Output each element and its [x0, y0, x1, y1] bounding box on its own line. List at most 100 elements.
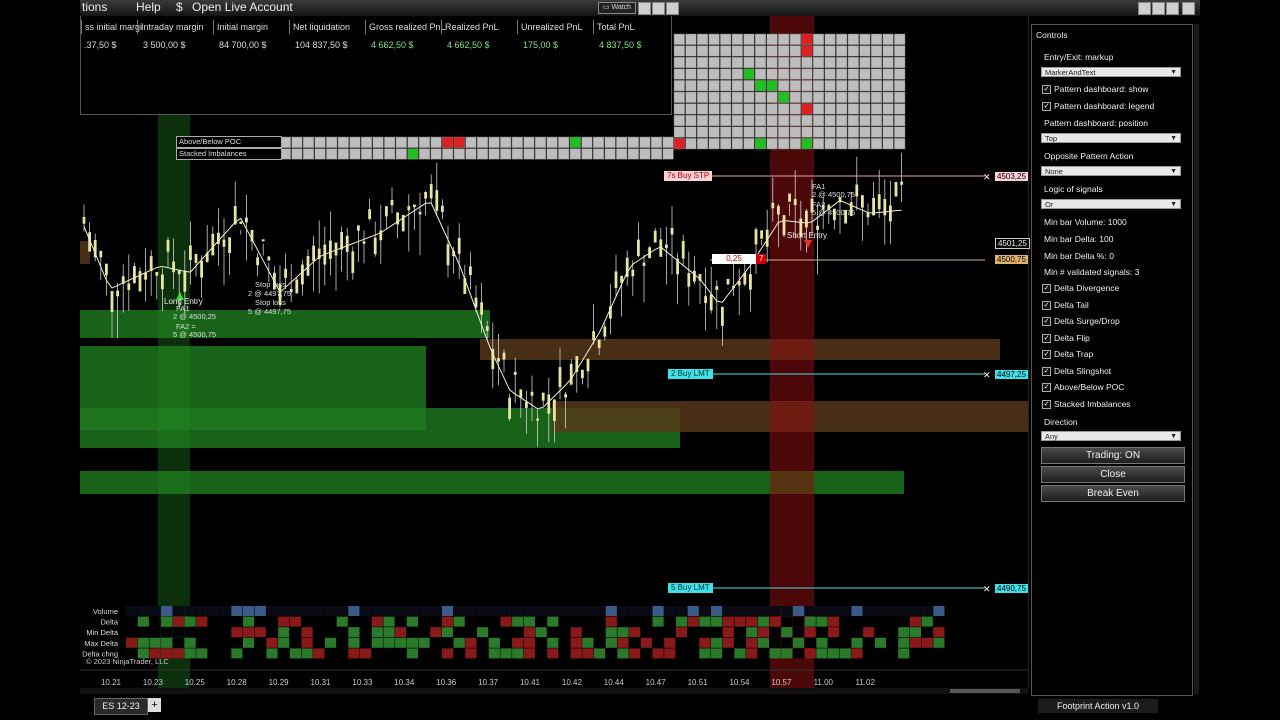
pattern-cell: [720, 91, 732, 103]
col-header[interactable]: ss initial margi: [81, 20, 142, 34]
menu-item-help[interactable]: Help: [136, 0, 161, 15]
stats-cell: [734, 637, 746, 648]
pattern-cell: [696, 45, 709, 57]
pattern-checkbox[interactable]: ✓: [1042, 367, 1051, 376]
pattern-cell: [847, 68, 859, 80]
pattern-label: Delta Tail: [1054, 300, 1089, 310]
pattern-cell: [604, 148, 616, 160]
x-tick-label: 10.29: [269, 678, 290, 687]
opp-select[interactable]: None ▼: [1041, 166, 1181, 176]
stats-cell: [594, 648, 606, 659]
pattern-label-poc: Above/Below POC: [176, 136, 282, 148]
pattern-checkbox[interactable]: ✓: [1042, 284, 1051, 293]
min-signals[interactable]: Min # validated signals: 3: [1044, 267, 1139, 277]
min-vol[interactable]: Min bar Volume: 1000: [1044, 217, 1127, 227]
pattern-checkbox[interactable]: ✓: [1042, 317, 1051, 326]
stats-cell: [383, 637, 395, 648]
tab-es-12-23[interactable]: ES 12-23: [94, 698, 148, 715]
close-position-button[interactable]: Close: [1041, 466, 1185, 483]
stats-cell: [441, 627, 454, 638]
stop2-label: Stop loss: [255, 298, 286, 307]
stats-cell: [371, 606, 383, 616]
stats-cell: [418, 627, 430, 638]
window-restore-button[interactable]: [1152, 2, 1165, 15]
chart-panel[interactable]: ✕ ✕ ✕ Volume Delta Min Delta Max Delta Delta ch…: [80, 16, 1052, 688]
candle-body: [222, 239, 226, 247]
stats-cell: [137, 606, 149, 616]
position-qty[interactable]: 7: [756, 254, 767, 264]
pattern-cell: [546, 148, 558, 160]
add-tab-button[interactable]: +: [148, 698, 161, 712]
logic-select[interactable]: Or ▼: [1041, 199, 1181, 209]
min-delta[interactable]: Min bar Delta: 100: [1044, 234, 1113, 244]
break-even-button[interactable]: Break Even: [1041, 485, 1185, 502]
stats-cell: [839, 637, 851, 648]
col-header[interactable]: Initial margin: [213, 20, 289, 34]
stats-cell: [792, 637, 805, 648]
stats-cell: [687, 606, 699, 616]
pattern-checkbox[interactable]: ✓: [1042, 383, 1051, 392]
account-grid[interactable]: ss initial margi Intraday margin Initial…: [80, 16, 672, 115]
entry-exit-select[interactable]: MarkerAndText ▼: [1041, 67, 1181, 77]
dollar-icon[interactable]: $: [176, 0, 183, 15]
dash-pos-select[interactable]: Top ▼: [1041, 133, 1181, 143]
vertical-scrollbar[interactable]: [1194, 24, 1199, 694]
controls-title: Controls: [1036, 30, 1068, 40]
dash-show-checkbox[interactable]: ✓: [1042, 85, 1051, 94]
col-header[interactable]: Total PnL: [593, 20, 669, 34]
stats-cell: [418, 606, 430, 616]
trading-button[interactable]: Trading: ON: [1041, 447, 1185, 464]
pattern-cell: [882, 68, 894, 80]
stats-cell: [874, 627, 886, 638]
pattern-cell: [847, 80, 859, 92]
pattern-checkbox[interactable]: ✓: [1042, 301, 1051, 310]
stats-cell: [722, 637, 734, 648]
candle-body: [441, 205, 444, 212]
menu-item-open-live-account[interactable]: Open Live Account: [192, 0, 293, 15]
direction-select[interactable]: Any ▼: [1041, 431, 1181, 441]
stats-cell: [629, 627, 641, 638]
pattern-checkbox[interactable]: ✓: [1042, 350, 1051, 359]
col-header[interactable]: Intraday margin: [137, 20, 213, 34]
x-tick-label: 10.41: [520, 678, 541, 687]
window-maximize-button[interactable]: [1166, 2, 1179, 15]
buy-stp-order[interactable]: 7s Buy STP: [664, 171, 713, 181]
stats-cell: [488, 648, 500, 659]
close-button[interactable]: [666, 2, 679, 15]
pattern-cell: [731, 56, 743, 69]
stats-cell: [418, 637, 430, 648]
window-minimize-button[interactable]: [1138, 2, 1151, 15]
horizontal-scrollbar[interactable]: [80, 688, 1028, 694]
minimize-button[interactable]: [638, 2, 651, 15]
buy-lmt5-order[interactable]: 5 Buy LMT: [668, 583, 713, 593]
dash-legend-checkbox[interactable]: ✓: [1042, 102, 1051, 111]
col-header[interactable]: Unrealized PnL: [517, 20, 593, 34]
pattern-cell: [801, 103, 813, 115]
stats-cell: [161, 627, 173, 638]
min-delta-pct[interactable]: Min bar Delta %: 0: [1044, 251, 1114, 261]
stats-cell: [161, 616, 173, 627]
col-header[interactable]: Realized PnL: [441, 20, 517, 34]
stats-cell: [149, 606, 161, 616]
candle-body: [239, 221, 243, 224]
stats-cell: [734, 616, 746, 627]
stats-cell: [465, 606, 477, 616]
stats-cell: [605, 637, 617, 648]
pattern-cell: [743, 33, 755, 45]
pattern-checkbox[interactable]: ✓: [1042, 400, 1051, 409]
candle-body: [357, 225, 360, 231]
stats-cell: [863, 616, 875, 627]
scrollbar-thumb[interactable]: [950, 689, 1020, 693]
stats-cell: [816, 606, 828, 616]
candle-body: [581, 369, 584, 379]
pattern-checkbox[interactable]: ✓: [1042, 334, 1051, 343]
col-header[interactable]: Net liquidation: [289, 20, 365, 34]
window-close-button[interactable]: [1182, 2, 1195, 15]
maximize-button[interactable]: [652, 2, 665, 15]
pattern-cell: [673, 103, 685, 115]
pattern-cell: [662, 148, 674, 160]
menu-item-options[interactable]: tions: [82, 0, 107, 15]
buy-lmt2-order[interactable]: 2 Buy LMT: [668, 369, 713, 379]
watch-button[interactable]: ▭ Watch: [598, 2, 636, 14]
col-header[interactable]: Gross realized PnL: [365, 20, 446, 34]
